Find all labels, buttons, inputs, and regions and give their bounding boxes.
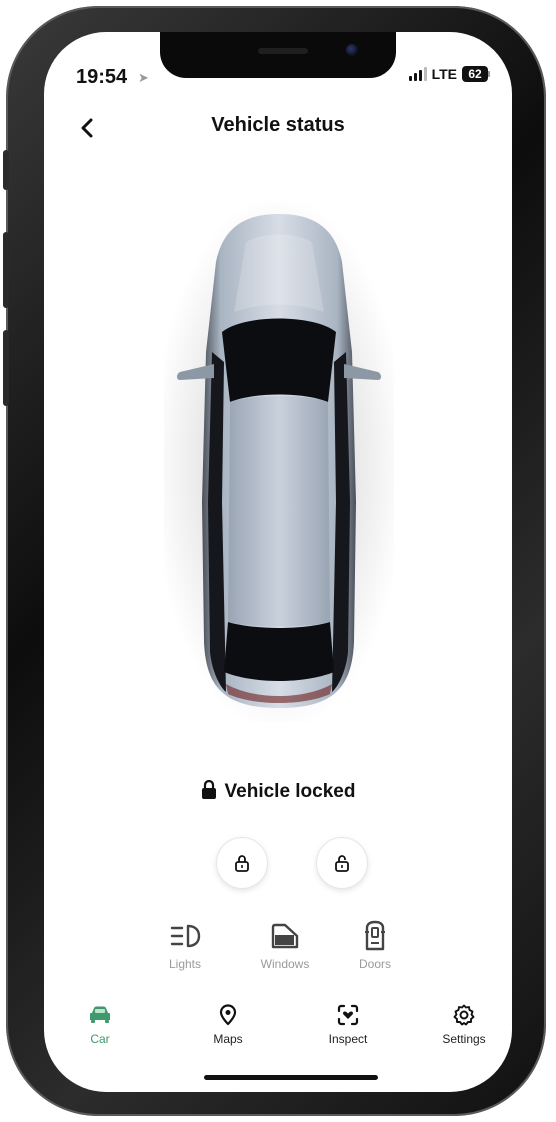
volume-up-button: [3, 232, 9, 308]
notch: [160, 32, 396, 78]
nav-item-inspect[interactable]: Inspect: [308, 1002, 388, 1046]
page-title: Vehicle status: [211, 114, 345, 136]
feature-windows[interactable]: Windows: [250, 919, 320, 971]
header: Vehicle status: [44, 110, 512, 150]
battery-icon: 62: [462, 66, 490, 82]
nav-item-maps[interactable]: Maps: [188, 1002, 268, 1046]
feature-label: Windows: [260, 957, 310, 971]
feature-lights[interactable]: Lights: [150, 919, 220, 971]
map-pin-icon: [219, 1004, 237, 1026]
feature-doors[interactable]: Doors: [340, 919, 410, 971]
lock-icon: [235, 855, 249, 872]
nav-item-settings[interactable]: Settings: [424, 1002, 504, 1046]
screen: 19:54 ➤ LTE 62 Vehicle status Vehicle lo…: [44, 32, 512, 1092]
signal-strength-icon: [408, 67, 427, 81]
nav-label: Car: [90, 1032, 110, 1046]
vehicle-image: [151, 194, 407, 734]
door-icon: [365, 920, 385, 951]
battery-level: 62: [462, 66, 488, 82]
unlock-icon: [335, 855, 349, 872]
nav-item-car[interactable]: Car: [60, 1002, 140, 1046]
front-camera: [346, 44, 358, 56]
unlock-button[interactable]: [316, 837, 368, 889]
gear-icon: [453, 1004, 475, 1026]
bottom-nav: Car Maps Inspect Settings: [44, 1002, 512, 1062]
lock-button[interactable]: [216, 837, 268, 889]
nav-label: Settings: [442, 1032, 486, 1046]
inspect-icon: [337, 1004, 359, 1026]
network-type: LTE: [431, 66, 457, 82]
window-icon: [271, 923, 299, 949]
home-indicator[interactable]: [204, 1075, 378, 1080]
mute-switch: [3, 150, 9, 190]
feature-label: Doors: [358, 957, 391, 971]
nav-label: Inspect: [328, 1032, 368, 1046]
lock-status: Vehicle locked: [44, 779, 512, 806]
status-indicators: LTE 62: [408, 66, 490, 82]
headlights-icon: [170, 924, 201, 948]
status-time: 19:54: [76, 66, 128, 88]
lock-status-text: Vehicle locked: [224, 781, 356, 802]
speaker-grille: [258, 48, 308, 54]
feature-label: Lights: [168, 957, 202, 971]
volume-down-button: [3, 330, 9, 406]
car-icon: [90, 1006, 110, 1023]
nav-label: Maps: [213, 1032, 243, 1046]
location-arrow-icon: ➤: [138, 70, 149, 85]
padlock-icon: [201, 779, 217, 806]
